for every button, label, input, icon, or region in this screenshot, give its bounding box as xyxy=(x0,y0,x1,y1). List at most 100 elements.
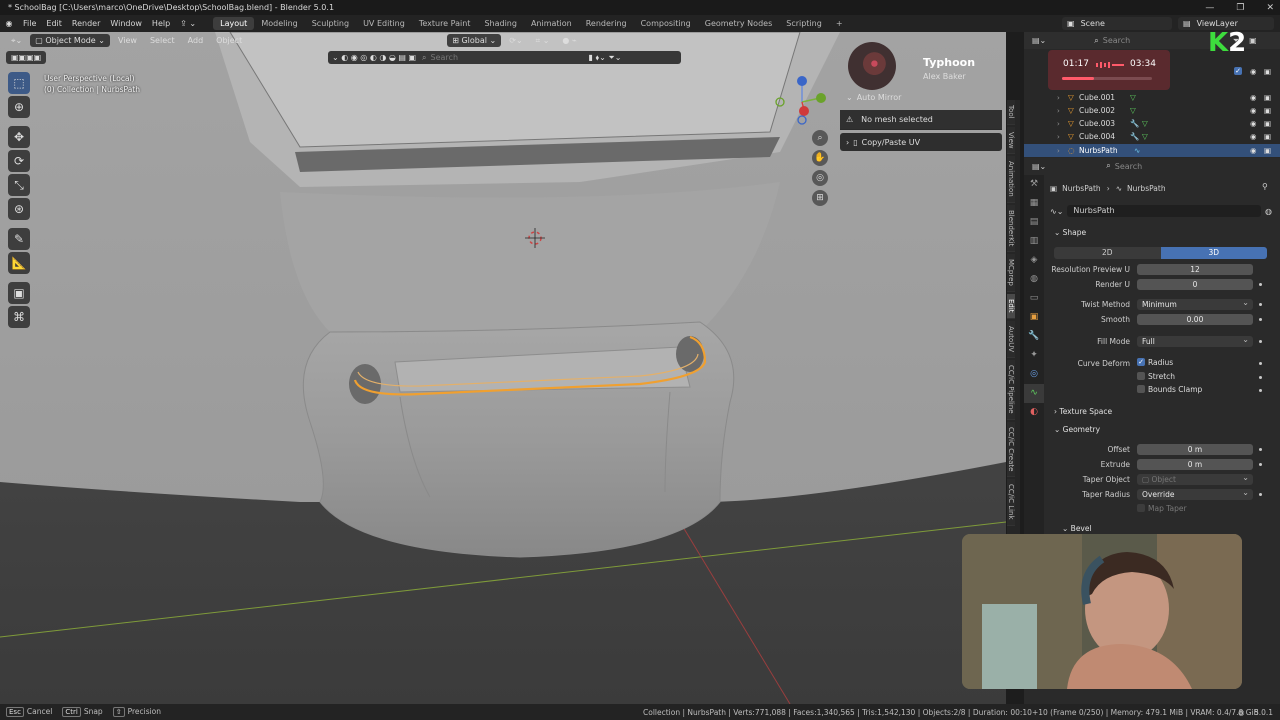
object-props-icon[interactable]: ▣ xyxy=(1024,308,1044,327)
curve-data-props-icon[interactable]: ∿ xyxy=(1024,384,1044,403)
expand-arrow-icon[interactable]: › xyxy=(1057,94,1060,102)
bevel-section-header[interactable]: ⌄ Bevel xyxy=(1062,524,1092,533)
menu-select[interactable]: Select xyxy=(145,34,180,47)
render-u-field[interactable]: 0 xyxy=(1137,279,1253,290)
keyframe-dot-icon[interactable] xyxy=(1259,340,1262,343)
outliner-search[interactable]: Search xyxy=(1103,36,1193,45)
output-props-icon[interactable]: ▤ xyxy=(1024,213,1044,232)
3d-button[interactable]: 3D xyxy=(1160,247,1267,259)
radius-checkbox[interactable]: ✓ Radius xyxy=(1137,358,1173,367)
rotate-tool-icon[interactable]: ⟳ xyxy=(8,150,30,172)
camera-icon[interactable]: ▣ xyxy=(1264,106,1271,115)
tab-texture-paint[interactable]: Texture Paint xyxy=(412,17,478,30)
particles-props-icon[interactable]: ✦ xyxy=(1024,346,1044,365)
modifier-props-icon[interactable]: 🔧 xyxy=(1024,327,1044,346)
material-props-icon[interactable]: ◐ xyxy=(1024,403,1044,422)
smooth-field[interactable]: 0.00 xyxy=(1137,314,1253,325)
outliner-item-cube-002[interactable]: › ▽ Cube.002 ▽ ◉ ▣ xyxy=(1024,104,1280,117)
keyframe-dot-icon[interactable] xyxy=(1259,493,1262,496)
minimize-button[interactable]: — xyxy=(1205,3,1214,13)
tab-sculpting[interactable]: Sculpting xyxy=(305,17,356,30)
pivot-icon[interactable]: ⟳⌄ xyxy=(504,34,527,47)
snap-icon[interactable]: ⌗ ⌄ xyxy=(531,34,555,47)
ortho-grid-icon[interactable]: ⊞ xyxy=(812,190,828,206)
tab-edit[interactable]: Edit xyxy=(1007,294,1015,319)
fake-user-icon[interactable]: ◍ xyxy=(1265,207,1272,216)
tab-mcprep[interactable]: MCprep xyxy=(1007,254,1015,293)
tab-uv-editing[interactable]: UV Editing xyxy=(356,17,412,30)
camera-view-icon[interactable]: ◎ xyxy=(812,170,828,186)
datablock-name[interactable]: NurbsPath xyxy=(1067,205,1262,217)
add-cube-tool-icon[interactable]: ▣ xyxy=(8,282,30,304)
tab-cc-create[interactable]: CC/iC Create xyxy=(1007,421,1015,477)
tab-compositing[interactable]: Compositing xyxy=(634,17,698,30)
music-progress-bar[interactable] xyxy=(1062,77,1152,80)
menu-help[interactable]: Help xyxy=(147,19,175,28)
geometry-section-header[interactable]: ⌄ Geometry xyxy=(1054,425,1100,434)
camera-icon[interactable]: ▣ xyxy=(1264,67,1271,76)
collection-props-icon[interactable]: ▭ xyxy=(1024,289,1044,308)
tab-geometry-nodes[interactable]: Geometry Nodes xyxy=(698,17,779,30)
expand-arrow-icon[interactable]: › xyxy=(1057,107,1060,115)
move-tool-icon[interactable]: ✥ xyxy=(8,126,30,148)
2d-button[interactable]: 2D xyxy=(1054,247,1161,259)
tab-rendering[interactable]: Rendering xyxy=(579,17,634,30)
keyframe-dot-icon[interactable] xyxy=(1259,376,1262,379)
transform-orientation[interactable]: ⊞ Global ⌄ xyxy=(447,34,502,47)
tab-animation[interactable]: Animation xyxy=(524,17,579,30)
keyframe-dot-icon[interactable] xyxy=(1259,303,1262,306)
filter-icons[interactable]: ▮ ⬧⌄ ⏷⌄ xyxy=(589,53,622,63)
shading-icons[interactable]: ⌄ ◐ ◉ ◎ ◐ ◑ ◒ ▤ ▣ xyxy=(332,53,416,62)
taper-object-field[interactable]: ▢ Object xyxy=(1137,472,1253,485)
tab-scripting[interactable]: Scripting xyxy=(779,17,829,30)
menu-add[interactable]: Add xyxy=(183,34,209,47)
expand-arrow-icon[interactable]: › xyxy=(1057,133,1060,141)
taper-radius-dropdown[interactable]: Override xyxy=(1137,487,1253,500)
menu-object[interactable]: Object xyxy=(211,34,247,47)
camera-icon[interactable]: ▣ xyxy=(1264,132,1271,141)
menu-view[interactable]: View xyxy=(113,34,142,47)
blender-logo-icon[interactable]: ◉ xyxy=(0,19,18,28)
menu-render[interactable]: Render xyxy=(67,19,105,28)
maximize-button[interactable]: ❐ xyxy=(1236,3,1244,13)
bounds-clamp-checkbox[interactable]: Bounds Clamp xyxy=(1137,385,1202,394)
eye-icon[interactable]: ◉ xyxy=(1250,93,1257,102)
tab-layout[interactable]: Layout xyxy=(213,17,255,30)
pan-hand-icon[interactable]: ✋ xyxy=(812,150,828,166)
resolution-preview-field[interactable]: 12 xyxy=(1137,264,1253,275)
tab-view[interactable]: View xyxy=(1007,126,1015,155)
keyframe-dot-icon[interactable] xyxy=(1259,463,1262,466)
transform-tool-icon[interactable]: ⊛ xyxy=(8,198,30,220)
tab-cc-link[interactable]: CC/iC Link xyxy=(1007,478,1015,526)
render-props-icon[interactable]: ▦ xyxy=(1024,194,1044,213)
properties-search[interactable]: Search xyxy=(1115,162,1142,171)
close-button[interactable]: ✕ xyxy=(1266,3,1274,13)
outliner-item-nurbspath[interactable]: › ◌ NurbsPath ∿ ◉ ▣ xyxy=(1024,144,1280,157)
view-layer-props-icon[interactable]: ▥ xyxy=(1024,232,1044,251)
properties-editor-icon[interactable]: ▤⌄ xyxy=(1032,162,1046,171)
scene-selector[interactable]: ▣ Scene xyxy=(1062,17,1172,30)
proportional-edit-icon[interactable]: ● ⌁ xyxy=(557,34,581,47)
tab-shading[interactable]: Shading xyxy=(477,17,524,30)
outliner-add-icon[interactable]: ▣ xyxy=(1249,36,1257,45)
copy-paste-uv-panel[interactable]: › ▯ Copy/Paste UV xyxy=(840,133,1002,151)
exclude-checkbox[interactable]: ✓ xyxy=(1234,67,1242,75)
expand-arrow-icon[interactable]: › xyxy=(1057,147,1060,155)
texture-space-header[interactable]: › Texture Space xyxy=(1054,407,1112,416)
stretch-checkbox[interactable]: Stretch xyxy=(1137,372,1175,381)
keyframe-dot-icon[interactable] xyxy=(1259,283,1262,286)
tab-animation-side[interactable]: Animation xyxy=(1007,156,1015,203)
fill-mode-dropdown[interactable]: Full xyxy=(1137,334,1253,347)
cursor-tool-icon[interactable]: ⊕ xyxy=(8,96,30,118)
editor-type-viewport-icon[interactable]: ⌖⌄ xyxy=(6,34,27,47)
eye-icon[interactable]: ◉ xyxy=(1250,106,1257,115)
select-mode-icons[interactable]: ▣▣▣▣ xyxy=(6,50,47,64)
keyframe-dot-icon[interactable] xyxy=(1259,389,1262,392)
keyframe-dot-icon[interactable] xyxy=(1259,448,1262,451)
outliner-item-cube-003[interactable]: › ▽ Cube.003 🔧 ▽ ◉ ▣ xyxy=(1024,117,1280,130)
tab-modeling[interactable]: Modeling xyxy=(254,17,304,30)
physics-props-icon[interactable]: ◎ xyxy=(1024,365,1044,384)
keyframe-dot-icon[interactable] xyxy=(1259,318,1262,321)
scale-tool-icon[interactable]: ⤡ xyxy=(8,174,30,196)
eye-icon[interactable]: ◉ xyxy=(1250,67,1257,76)
